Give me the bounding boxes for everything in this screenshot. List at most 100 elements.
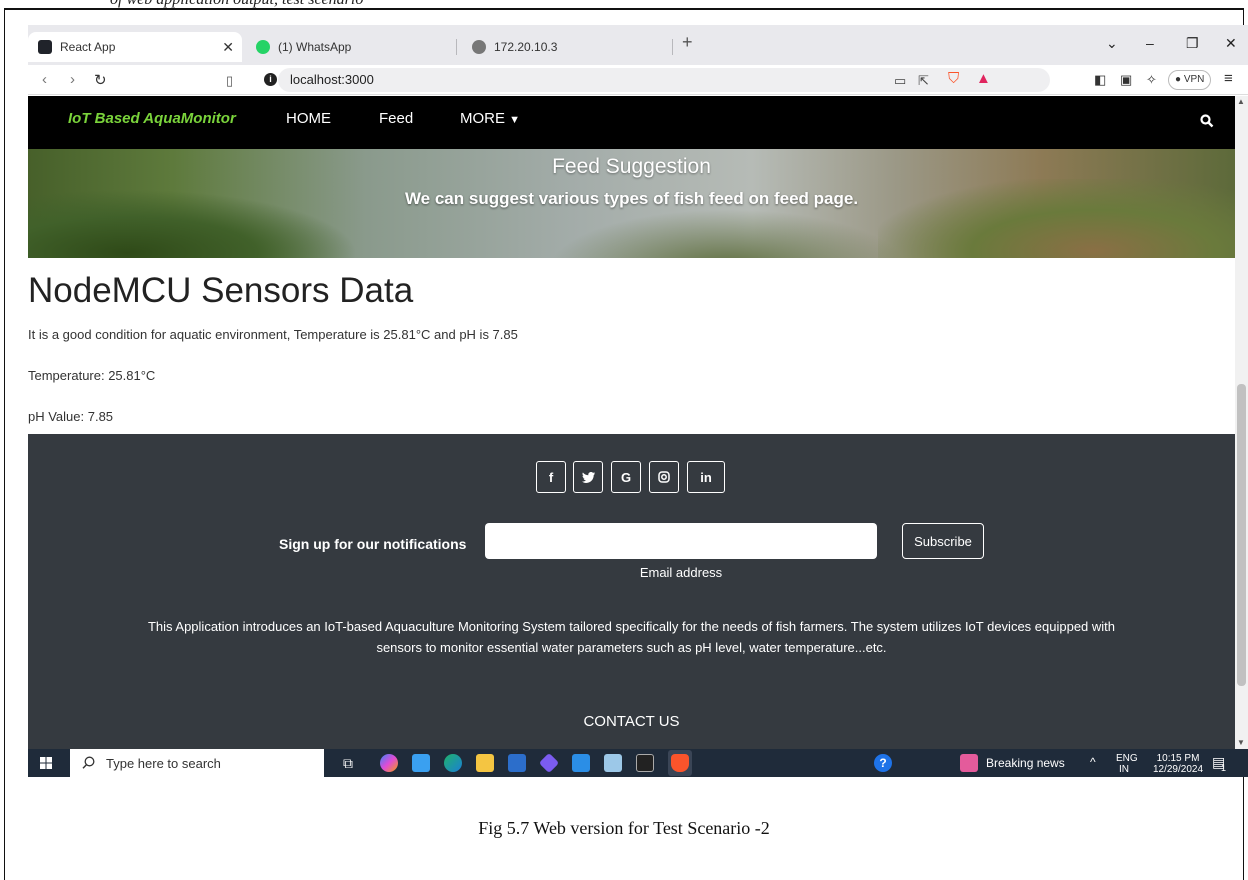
menu-icon[interactable]: ≡	[1224, 70, 1233, 87]
nav-more[interactable]: MORE ▼	[460, 110, 520, 127]
clock[interactable]: 10:15 PM 12/29/2024	[1150, 753, 1206, 775]
temperature-value: Temperature: 25.81°C	[28, 368, 156, 383]
notification-count: 1	[1221, 763, 1227, 773]
url-text[interactable]: localhost:3000	[290, 72, 374, 87]
news-label[interactable]: Breaking news	[986, 756, 1065, 770]
footer-about-text: This Application introduces an IoT-based…	[147, 619, 1116, 655]
clock-time: 10:15 PM	[1156, 753, 1200, 764]
sensors-status: It is a good condition for aquatic envir…	[28, 327, 518, 342]
facebook-glyph: f	[548, 469, 554, 485]
maximize-button[interactable]: ❐	[1186, 35, 1199, 52]
tab-label: (1) WhatsApp	[278, 40, 352, 54]
twitter-icon[interactable]	[573, 461, 603, 493]
site-footer: f G in Sign up for our notifications Ema…	[28, 434, 1235, 749]
contact-us-heading[interactable]: CONTACT US	[28, 713, 1235, 730]
vpn-button[interactable]: ● VPN	[1168, 70, 1212, 90]
help-icon[interactable]: ?	[874, 754, 892, 772]
scroll-down-arrow-icon[interactable]: ▼	[1237, 738, 1245, 747]
mail-icon[interactable]	[412, 754, 430, 772]
news-icon[interactable]	[960, 754, 978, 772]
header-text-cut: of web application output, test scenario	[110, 0, 363, 8]
taskbar-search-box[interactable]: Type here to search	[70, 749, 324, 777]
sensors-heading: NodeMCU Sensors Data	[28, 271, 414, 310]
share-icon[interactable]: ⇱	[918, 73, 929, 89]
tab-whatsapp[interactable]: (1) WhatsApp	[256, 32, 456, 62]
tab-ip-address[interactable]: 172.20.10.3	[472, 32, 672, 62]
minimize-button[interactable]: –	[1146, 35, 1154, 51]
react-icon	[38, 40, 52, 54]
page-scrollbar[interactable]: ▲ ▼	[1235, 96, 1248, 749]
leo-icon[interactable]: ✧	[1146, 72, 1157, 88]
ph-value: pH Value: 7.85	[28, 409, 114, 424]
region-code: IN	[1119, 764, 1129, 775]
cast-icon[interactable]: ▭	[894, 73, 906, 89]
linkedin-glyph: in	[700, 469, 712, 485]
hero-title: Feed Suggestion	[552, 155, 711, 178]
copilot-icon[interactable]	[380, 754, 398, 772]
vpn-label: VPN	[1183, 74, 1205, 85]
brave-rewards-icon[interactable]: ▲	[976, 70, 991, 87]
whatsapp-icon	[256, 40, 270, 54]
nav-feed[interactable]: Feed	[379, 110, 413, 127]
linkedin-icon[interactable]: in	[687, 461, 725, 493]
dev-home-icon[interactable]	[508, 754, 526, 772]
tray-chevron-up-icon[interactable]: ^	[1090, 755, 1096, 769]
signup-label: Sign up for our notifications	[279, 536, 467, 552]
google-glyph: G	[620, 469, 632, 485]
close-tab-icon[interactable]: ✕	[222, 39, 234, 56]
url-field[interactable]	[278, 68, 1050, 92]
email-help-text: Email address	[639, 565, 723, 580]
browser-screenshot: React App ✕ (1) WhatsApp 172.20.10.3 + ⌄…	[28, 25, 1248, 777]
globe-icon	[472, 40, 486, 54]
subscribe-button[interactable]: Subscribe	[902, 523, 984, 559]
task-view-icon[interactable]: ⧉	[343, 755, 353, 772]
lang-code: ENG	[1116, 753, 1138, 764]
tab-label: React App	[60, 40, 116, 54]
site-info-icon[interactable]: i	[264, 73, 277, 86]
facebook-icon[interactable]: f	[536, 461, 566, 493]
sensors-section: NodeMCU Sensors Data It is a good condit…	[28, 271, 518, 450]
site-navbar: IoT Based AquaMonitor HOME Feed MORE ▼	[28, 96, 1235, 149]
edge-icon[interactable]	[444, 754, 462, 772]
sidebar-icon[interactable]: ◧	[1094, 72, 1106, 88]
address-bar: ‹ › ↻ ▯ i localhost:3000 ▭ ⇱ ⛉ ▲ ◧ ▣ ✧ ●…	[28, 65, 1248, 95]
tab-bar: React App ✕ (1) WhatsApp 172.20.10.3 + ⌄…	[28, 25, 1248, 65]
tab-divider	[456, 39, 457, 55]
language-ind[interactable]: ENG IN	[1116, 753, 1138, 775]
forward-icon[interactable]: ›	[70, 71, 75, 88]
app-window-icon[interactable]	[604, 754, 622, 772]
scrollbar-thumb[interactable]	[1237, 384, 1246, 686]
instagram-icon[interactable]	[649, 461, 679, 493]
google-icon[interactable]: G	[611, 461, 641, 493]
brave-icon	[671, 754, 689, 772]
new-tab-button[interactable]: +	[682, 32, 693, 53]
vscode-icon[interactable]	[572, 754, 590, 772]
windows-start-icon[interactable]	[40, 757, 52, 769]
brave-shields-icon[interactable]: ⛉	[948, 70, 959, 87]
hero-grass-center	[548, 209, 908, 258]
back-icon[interactable]: ‹	[42, 71, 47, 88]
file-explorer-icon[interactable]	[476, 754, 494, 772]
reload-icon[interactable]: ↻	[94, 71, 107, 89]
terminal-icon[interactable]	[636, 754, 654, 772]
taskbar-search-placeholder: Type here to search	[106, 756, 221, 771]
tab-divider	[672, 39, 673, 55]
app-cube-icon[interactable]	[538, 752, 560, 774]
close-window-button[interactable]: ✕	[1225, 35, 1237, 52]
email-input[interactable]	[485, 523, 877, 559]
nav-more-label: MORE	[460, 110, 505, 127]
tab-react-app[interactable]: React App ✕	[28, 32, 242, 62]
scroll-up-arrow-icon[interactable]: ▲	[1237, 97, 1245, 106]
document-header-fragment: of web application output, test scenario	[0, 0, 1248, 8]
twitter-bird-icon	[581, 471, 595, 483]
web-page: IoT Based AquaMonitor HOME Feed MORE ▼ F…	[28, 96, 1235, 749]
nav-home[interactable]: HOME	[286, 110, 331, 127]
bookmark-icon[interactable]: ▯	[226, 73, 233, 89]
hero-banner: Feed Suggestion We can suggest various t…	[28, 149, 1235, 258]
wallet-icon[interactable]: ▣	[1120, 72, 1132, 88]
brand-logo[interactable]: IoT Based AquaMonitor	[68, 110, 236, 127]
windows-taskbar: Type here to search ⧉ ? Breaking news ^ …	[28, 749, 1248, 777]
search-icon[interactable]	[1200, 114, 1214, 128]
tab-list-chevron-icon[interactable]: ⌄	[1106, 35, 1118, 52]
instagram-camera-icon	[658, 471, 670, 483]
